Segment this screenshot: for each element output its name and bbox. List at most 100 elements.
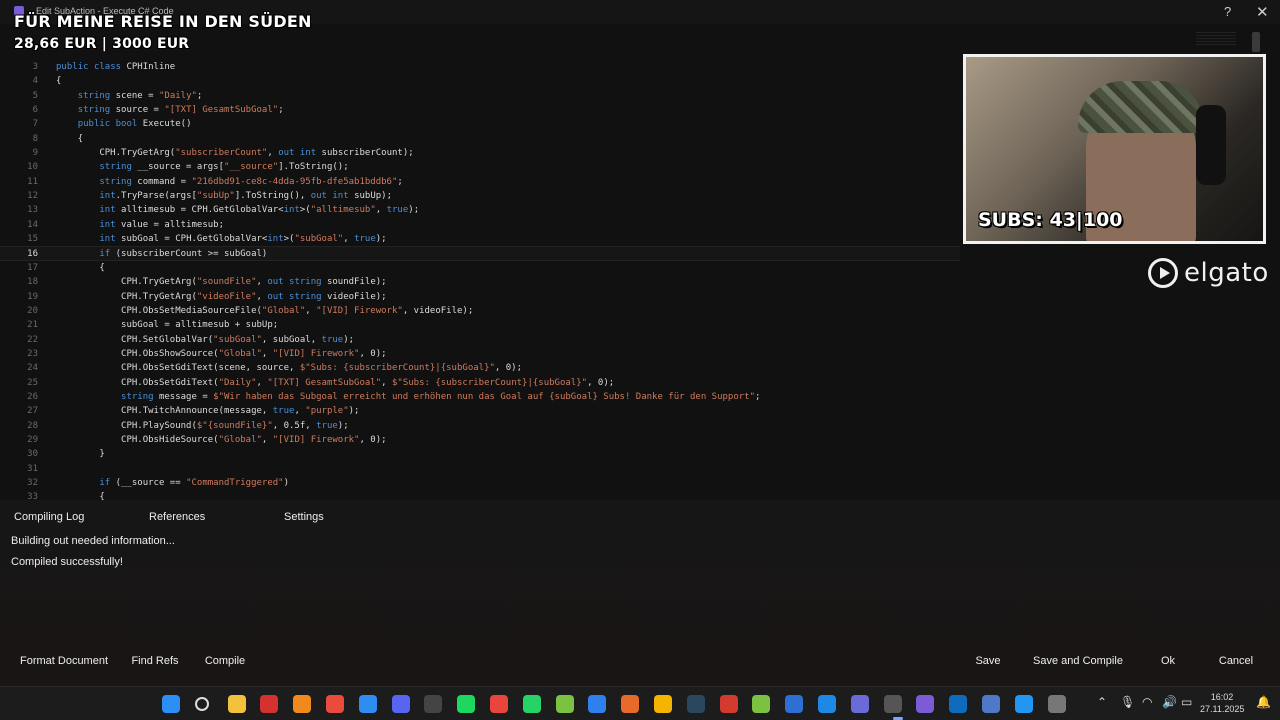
editor-scrollbar[interactable] bbox=[1252, 32, 1260, 52]
git-icon[interactable] bbox=[490, 695, 508, 713]
app-arrow-icon[interactable] bbox=[1047, 695, 1066, 713]
code-line[interactable]: 28 CPH.PlaySound($"{soundFile}", 0.5f, t… bbox=[0, 419, 960, 433]
code-line[interactable]: 11 string command = "216dbd91-ce8c-4dda-… bbox=[0, 175, 960, 189]
code-line[interactable]: 5 string scene = "Daily"; bbox=[0, 89, 960, 103]
code-line[interactable]: 15 int subGoal = CPH.GetGlobalVar<int>("… bbox=[0, 232, 960, 246]
obs-icon[interactable] bbox=[883, 695, 902, 713]
vscode-icon[interactable] bbox=[588, 695, 607, 713]
code-text[interactable]: int alltimesub = CPH.GetGlobalVar<int>("… bbox=[56, 203, 419, 217]
streamer-bot-active-icon[interactable] bbox=[916, 695, 935, 713]
compile-button[interactable]: Compile bbox=[198, 650, 252, 672]
code-line[interactable]: 9 CPH.TryGetArg("subscriberCount", out i… bbox=[0, 146, 960, 160]
code-text[interactable]: CPH.TryGetArg("videoFile", out string vi… bbox=[56, 290, 387, 304]
app-box-icon[interactable] bbox=[719, 695, 738, 713]
tray-chevron-icon[interactable]: ⌃ bbox=[1097, 695, 1107, 709]
taskbar-clock[interactable]: 16:02 27.11.2025 bbox=[1200, 691, 1244, 715]
code-text[interactable]: CPH.PlaySound($"{soundFile}", 0.5f, true… bbox=[56, 419, 349, 433]
microphone-icon[interactable]: 🎙 bbox=[1120, 695, 1135, 709]
battery-icon[interactable]: ▭ bbox=[1181, 695, 1192, 709]
code-line[interactable]: 14 int value = alltimesub; bbox=[0, 218, 960, 232]
app-r-icon[interactable] bbox=[654, 695, 672, 713]
code-line[interactable]: 17 { bbox=[0, 261, 960, 275]
code-line[interactable]: 23 CPH.ObsShowSource("Global", "[VID] Fi… bbox=[0, 347, 960, 361]
code-text[interactable]: string source = "[TXT] GesamtSubGoal"; bbox=[56, 103, 284, 117]
chrome-alt-icon[interactable] bbox=[358, 695, 377, 713]
code-line[interactable]: 13 int alltimesub = CPH.GetGlobalVar<int… bbox=[0, 203, 960, 217]
windows-icon[interactable] bbox=[162, 695, 180, 713]
code-line[interactable]: 3 public class CPHInline bbox=[0, 60, 960, 74]
spotify-icon[interactable] bbox=[457, 695, 476, 713]
affinity-icon[interactable] bbox=[621, 695, 640, 713]
code-line[interactable]: 4{ bbox=[0, 74, 960, 88]
code-text[interactable]: if (__source == "CommandTriggered") bbox=[56, 476, 289, 490]
code-text[interactable]: CPH.ObsHideSource("Global", "[VID] Firew… bbox=[56, 433, 387, 447]
code-line[interactable]: 12 int.TryParse(args["subUp"].ToString()… bbox=[0, 189, 960, 203]
tab-compiling-log[interactable]: Compiling Log bbox=[14, 511, 84, 523]
volume-icon[interactable]: 🔊 bbox=[1162, 695, 1177, 709]
file-explorer-icon[interactable] bbox=[227, 695, 246, 713]
code-lines[interactable]: 3 public class CPHInline 4{5 string scene … bbox=[0, 60, 960, 500]
code-line[interactable]: 6 string source = "[TXT] GesamtSubGoal"; bbox=[0, 103, 960, 117]
tab-references[interactable]: References bbox=[149, 511, 205, 523]
code-line[interactable]: 29 CPH.ObsHideSource("Global", "[VID] Fi… bbox=[0, 433, 960, 447]
steam-icon[interactable] bbox=[686, 695, 705, 713]
whatsapp-icon[interactable] bbox=[522, 695, 541, 713]
save-button[interactable]: Save bbox=[966, 650, 1010, 672]
cancel-button[interactable]: Cancel bbox=[1212, 650, 1260, 672]
code-line[interactable]: 19 CPH.TryGetArg("videoFile", out string… bbox=[0, 290, 960, 304]
app-x-icon[interactable] bbox=[949, 695, 968, 713]
code-text[interactable]: } bbox=[56, 447, 104, 461]
code-text[interactable]: CPH.TryGetArg("soundFile", out string so… bbox=[56, 275, 387, 289]
close-button[interactable]: ✕ bbox=[1256, 3, 1269, 21]
chrome-icon[interactable] bbox=[326, 695, 344, 713]
code-text[interactable]: int value = alltimesub; bbox=[56, 218, 224, 232]
code-line[interactable]: 16 if (subscriberCount >= subGoal) bbox=[0, 246, 960, 261]
code-text[interactable]: CPH.TryGetArg("subscriberCount", out int… bbox=[56, 146, 413, 160]
code-text[interactable]: string scene = "Daily"; bbox=[56, 89, 203, 103]
code-text[interactable]: { bbox=[56, 261, 104, 275]
code-text[interactable]: subGoal = alltimesub + subUp; bbox=[56, 318, 278, 332]
code-line[interactable]: 31 bbox=[0, 462, 960, 476]
minimap[interactable] bbox=[1196, 32, 1236, 46]
code-text[interactable]: CPH.SetGlobalVar("subGoal", subGoal, tru… bbox=[56, 333, 354, 347]
app-blue-icon[interactable] bbox=[818, 695, 836, 713]
code-line[interactable]: 24 CPH.ObsSetGdiText(scene, source, $"Su… bbox=[0, 361, 960, 375]
tab-settings[interactable]: Settings bbox=[284, 511, 324, 523]
code-line[interactable]: 7 public bool Execute() bbox=[0, 117, 960, 131]
save-and-compile-button[interactable]: Save and Compile bbox=[1030, 650, 1126, 672]
find-refs-button[interactable]: Find Refs bbox=[128, 650, 182, 672]
code-text[interactable]: public bool Execute() bbox=[56, 117, 192, 131]
code-text[interactable]: int subGoal = CPH.GetGlobalVar<int>("sub… bbox=[56, 232, 386, 246]
app-audio-icon[interactable] bbox=[982, 695, 1000, 713]
notification-bell-icon[interactable]: 🔔 bbox=[1256, 695, 1271, 709]
code-text[interactable]: { bbox=[56, 74, 61, 88]
discord-icon[interactable] bbox=[391, 695, 410, 713]
code-line[interactable]: 32 if (__source == "CommandTriggered") bbox=[0, 476, 960, 490]
ok-button[interactable]: Ok bbox=[1150, 650, 1186, 672]
code-text[interactable]: string __source = args["__source"].ToStr… bbox=[56, 160, 348, 174]
code-line[interactable]: 25 CPH.ObsSetGdiText("Daily", "[TXT] Ges… bbox=[0, 376, 960, 390]
code-line[interactable]: 33 { bbox=[0, 490, 960, 500]
code-text[interactable]: CPH.ObsShowSource("Global", "[VID] Firew… bbox=[56, 347, 387, 361]
code-text[interactable]: public class CPHInline bbox=[56, 60, 175, 74]
code-text[interactable]: CPH.ObsSetMediaSourceFile("Global", "[VI… bbox=[56, 304, 473, 318]
app-tools-icon[interactable] bbox=[850, 695, 869, 713]
code-line[interactable]: 21 subGoal = alltimesub + subUp; bbox=[0, 318, 960, 332]
code-text[interactable]: string message = $"Wir haben das Subgoal… bbox=[56, 390, 760, 404]
streamerbot-icon[interactable] bbox=[752, 695, 771, 713]
code-line[interactable]: 26 string message = $"Wir haben das Subg… bbox=[0, 390, 960, 404]
search-icon[interactable] bbox=[194, 697, 209, 711]
code-line[interactable]: 8 { bbox=[0, 132, 960, 146]
app-cube-icon[interactable] bbox=[785, 695, 804, 713]
code-line[interactable]: 20 CPH.ObsSetMediaSourceFile("Global", "… bbox=[0, 304, 960, 318]
format-document-button[interactable]: Format Document bbox=[14, 650, 114, 672]
code-text[interactable]: CPH.TwitchAnnounce(message, true, "purpl… bbox=[56, 404, 359, 418]
help-button[interactable]: ? bbox=[1224, 4, 1231, 19]
notepad-plus-icon[interactable] bbox=[555, 695, 574, 713]
epic-games-icon[interactable] bbox=[424, 695, 443, 713]
code-text[interactable]: if (subscriberCount >= subGoal) bbox=[56, 247, 267, 261]
code-line[interactable]: 18 CPH.TryGetArg("soundFile", out string… bbox=[0, 275, 960, 289]
code-text[interactable]: { bbox=[56, 490, 104, 500]
code-text[interactable]: { bbox=[56, 132, 83, 146]
code-text[interactable]: CPH.ObsSetGdiText(scene, source, $"Subs:… bbox=[56, 361, 522, 375]
